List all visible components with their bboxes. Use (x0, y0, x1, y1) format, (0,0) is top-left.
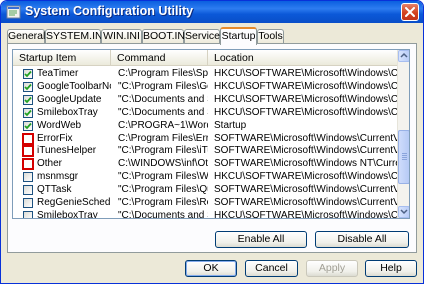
startup-item-location: HKCU\SOFTWARE\Microsoft\Windows\CurrentV… (214, 93, 397, 105)
window-title: System Configuration Utility (25, 4, 194, 18)
startup-item-name: RegGenieScheduler (37, 197, 111, 208)
disable-all-button[interactable]: Disable All (315, 231, 409, 248)
startup-item-checkbox[interactable] (23, 94, 33, 105)
tab-startup[interactable]: Startup (220, 27, 257, 45)
list-item[interactable]: iTunesHelper "C:\Program Files\iTun... SOF… (13, 145, 398, 158)
startup-item-command: C:\Program Files\Spyb... (118, 68, 208, 79)
startup-item-command: C:\Program Files\Error... (118, 132, 208, 144)
scroll-down-icon (400, 209, 408, 215)
help-button[interactable]: Help (365, 260, 417, 277)
startup-items-list[interactable]: Startup Item Command Location TeaTimer C:… (12, 49, 410, 219)
list-item[interactable]: SmileboxTray "C:\Documents and Se... HKCU\… (13, 209, 398, 219)
startup-item-checkbox[interactable] (22, 132, 34, 145)
list-header: Startup Item Command Location (13, 50, 398, 66)
startup-item-checkbox[interactable] (22, 145, 34, 158)
startup-item-checkbox[interactable] (23, 81, 33, 92)
startup-item-checkbox[interactable] (23, 120, 33, 131)
startup-item-name: TeaTimer (37, 68, 79, 79)
scroll-up-button[interactable] (398, 50, 409, 62)
list-item[interactable]: ErrorFix C:\Program Files\Error... SOFTWAR… (13, 132, 398, 145)
startup-item-location: HKCU\SOFTWARE\Microsoft\Windows\CurrentV… (214, 209, 397, 219)
startup-item-command: "C:\Program Files\Goo... (118, 80, 208, 92)
app-icon (6, 5, 21, 19)
startup-item-checkbox[interactable] (23, 185, 33, 196)
tab-services[interactable]: Services (184, 29, 225, 44)
startup-item-location: SOFTWARE\Microsoft\Windows\CurrentVersio… (214, 132, 397, 144)
tab-general[interactable]: General (7, 29, 45, 44)
list-item[interactable]: Other C:\WINDOWS\inf\Oth... SOFTWARE\Micro… (13, 158, 398, 171)
startup-item-checkbox[interactable] (23, 172, 33, 183)
checkmark-icon (24, 96, 32, 104)
list-item[interactable]: GoogleToolbarNotifier "C:\Program Files\G… (13, 81, 398, 93)
startup-item-location: HKCU\SOFTWARE\Microsoft\Windows\CurrentV… (214, 80, 397, 92)
close-icon (405, 7, 415, 17)
startup-item-command: "C:\Program Files\Win... (118, 171, 208, 183)
list-item[interactable]: GoogleUpdate "C:\Documents and Se... HKCU\… (13, 94, 398, 106)
checkmark-icon (24, 70, 32, 78)
startup-item-command: "C:\Documents and Se... (118, 209, 208, 219)
startup-item-location: HKCU\SOFTWARE\Microsoft\Windows\CurrentV… (214, 68, 397, 79)
column-header-startup-item[interactable]: Startup Item (13, 50, 111, 66)
startup-item-location: HKCU\SOFTWARE\Microsoft\Windows\CurrentV… (214, 171, 397, 183)
close-button[interactable] (401, 3, 419, 21)
scroll-thumb[interactable] (398, 130, 409, 184)
checkmark-icon (24, 122, 32, 129)
checkmark-icon (24, 83, 32, 91)
column-header-location[interactable]: Location (208, 50, 398, 66)
startup-item-name: SmileboxTray (37, 209, 98, 219)
startup-item-checkbox[interactable] (23, 198, 33, 208)
tab-boot-ini[interactable]: BOOT.INI (142, 29, 188, 44)
tab-system-ini[interactable]: SYSTEM.INI (45, 29, 106, 44)
vertical-scrollbar[interactable] (397, 50, 409, 218)
startup-item-command: "C:\Documents and Se... (118, 106, 208, 118)
list-item[interactable]: WordWeb C:\PROGRA~1\WordW... Startup (13, 120, 398, 132)
startup-item-location: SOFTWARE\Microsoft\Windows NT\CurrentVer… (214, 158, 397, 170)
startup-item-name: msnmsgr (37, 171, 79, 183)
enable-all-button[interactable]: Enable All (215, 231, 307, 248)
startup-item-name: Other (37, 158, 63, 170)
column-header-command[interactable]: Command (111, 50, 208, 66)
tab-tools[interactable]: Tools (257, 29, 284, 44)
scroll-up-icon (400, 52, 408, 58)
startup-item-name: GoogleUpdate (37, 93, 102, 105)
startup-item-name: GoogleToolbarNotifier (37, 80, 111, 92)
startup-item-command: "C:\Program Files\iTun... (118, 145, 208, 157)
list-item[interactable]: msnmsgr "C:\Program Files\Win... HKCU\SOFT… (13, 171, 398, 183)
startup-item-location: HKCU\SOFTWARE\Microsoft\Windows\CurrentV… (214, 106, 397, 118)
startup-item-checkbox[interactable] (23, 69, 33, 79)
system-configuration-window: System Configuration Utility General SYS… (0, 0, 424, 284)
startup-item-command: C:\PROGRA~1\WordW... (118, 119, 208, 131)
startup-item-command: C:\WINDOWS\inf\Oth... (118, 158, 208, 170)
startup-item-checkbox[interactable] (23, 107, 33, 118)
title-bar[interactable]: System Configuration Utility (1, 1, 423, 23)
list-item[interactable]: RegGenieScheduler "C:\Program Files\Reg..… (13, 197, 398, 209)
list-item[interactable]: QTTask "C:\Program Files\Quic... SOFTWARE\… (13, 184, 398, 196)
startup-item-location: SOFTWARE\Microsoft\Windows\CurrentVersio… (214, 145, 397, 157)
ok-button[interactable]: OK (185, 260, 237, 277)
checkmark-icon (24, 109, 32, 116)
cancel-button[interactable]: Cancel (245, 260, 298, 277)
apply-button[interactable]: Apply (306, 260, 358, 277)
list-item[interactable]: SmileboxTray "C:\Documents and Se... HKCU\… (13, 107, 398, 119)
startup-item-name: SmileboxTray (37, 106, 98, 118)
startup-item-command: "C:\Program Files\Reg... (118, 197, 208, 208)
startup-item-command: "C:\Program Files\Quic... (118, 184, 208, 196)
startup-item-location: Startup (214, 119, 247, 131)
startup-item-location: SOFTWARE\Microsoft\Windows\CurrentVersio… (214, 184, 397, 196)
startup-item-location: SOFTWARE\Microsoft\Windows\CurrentVersio… (214, 197, 397, 208)
scroll-down-button[interactable] (398, 206, 409, 218)
startup-item-name: QTTask (37, 184, 72, 196)
tab-win-ini[interactable]: WIN.INI (101, 29, 142, 44)
startup-item-name: ErrorFix (37, 132, 73, 144)
list-item[interactable]: TeaTimer C:\Program Files\Spyb... HKCU\SOF… (13, 68, 398, 80)
startup-item-name: iTunesHelper (37, 145, 97, 157)
startup-item-name: WordWeb (37, 119, 82, 131)
startup-item-checkbox[interactable] (22, 158, 34, 171)
startup-item-checkbox[interactable] (23, 210, 33, 218)
startup-item-command: "C:\Documents and Se... (118, 93, 208, 105)
